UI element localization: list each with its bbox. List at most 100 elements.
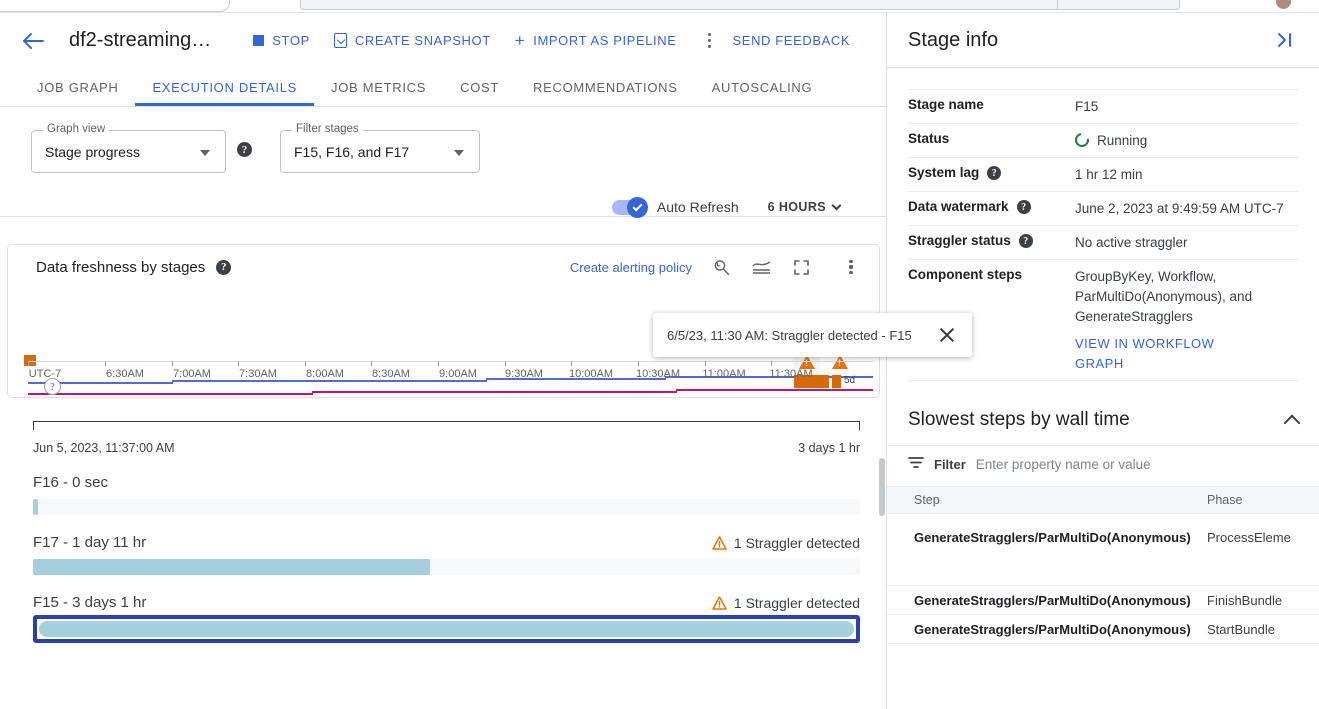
chart-x-axis — [28, 361, 873, 362]
gantt-bar-f16[interactable] — [33, 499, 860, 515]
column-header-phase[interactable]: Phase — [1207, 493, 1319, 507]
chart-kebab-menu-icon[interactable] — [838, 254, 864, 280]
stage-info-row-system-lag: System lag ? 1 hr 12 min — [908, 158, 1298, 192]
tab-job-metrics[interactable]: JOB METRICS — [314, 68, 443, 106]
chart-annotation-bar — [832, 375, 841, 388]
gantt-bar-f15-selected[interactable] — [33, 615, 860, 643]
table-row[interactable]: GenerateStragglers/ParMultiDo(Anonymous)… — [887, 615, 1319, 644]
stop-button-label: STOP — [272, 33, 310, 48]
row-key-text: System lag — [908, 165, 979, 180]
stage-info-row-status: Status Running — [908, 124, 1298, 158]
filter-input[interactable]: Enter property name or value — [976, 457, 1151, 472]
graph-view-help-icon[interactable]: ? — [237, 142, 252, 157]
straggler-badge: 1 Straggler detected — [712, 595, 860, 611]
chevron-up-icon[interactable] — [1284, 414, 1301, 431]
straggler-text: 1 Straggler detected — [734, 595, 860, 611]
gantt-row-header-f16: F16 - 0 sec — [33, 474, 860, 491]
column-header-step[interactable]: Step — [887, 493, 1207, 507]
send-feedback-button[interactable]: SEND FEEDBACK — [733, 33, 851, 48]
chevron-down-icon — [832, 200, 842, 210]
stage-info-row-straggler-status: Straggler status ? No active straggler — [908, 226, 1298, 260]
slowest-steps-header: Slowest steps by wall time — [887, 395, 1319, 445]
tab-cost[interactable]: COST — [443, 68, 516, 106]
straggler-status-help-icon[interactable]: ? — [1019, 234, 1033, 248]
browser-address-bar[interactable] — [300, 0, 1180, 10]
view-in-workflow-graph-link[interactable]: VIEW IN WORKFLOW GRAPH — [1075, 334, 1263, 374]
gantt-row-label: F16 - 0 sec — [33, 474, 108, 491]
data-watermark-help-icon[interactable]: ? — [1017, 200, 1031, 214]
x-tick-label: 11:00AM — [702, 368, 745, 380]
chart-line-f17-seg1 — [28, 393, 313, 395]
system-lag-help-icon[interactable]: ? — [987, 166, 1001, 180]
tab-job-graph[interactable]: JOB GRAPH — [20, 68, 135, 106]
chart-toolbar: Create alerting policy — [570, 254, 864, 280]
avatar[interactable] — [1276, 0, 1291, 9]
cell-phase: StartBundle — [1207, 622, 1319, 637]
x-tick-label: 8:00AM — [306, 368, 344, 380]
auto-refresh-toggle[interactable] — [612, 200, 646, 215]
gantt-bar-f17[interactable] — [33, 559, 860, 575]
filter-stages-select[interactable]: Filter stages F15, F16, and F17 — [280, 130, 480, 173]
create-snapshot-button[interactable]: CREATE SNAPSHOT — [322, 25, 503, 56]
chart-title: Data freshness by stages — [36, 259, 205, 276]
gantt-duration: 3 days 1 hr — [798, 441, 860, 455]
row-value: GroupByKey, Workflow, ParMultiDo(Anonymo… — [1075, 267, 1263, 374]
warning-triangle-icon[interactable] — [799, 355, 815, 369]
chart-line-f17-seg2 — [312, 391, 677, 393]
tab-bar: JOB GRAPH EXECUTION DETAILS JOB METRICS … — [0, 68, 886, 107]
stop-button[interactable]: STOP — [241, 25, 322, 56]
row-key-text: Data watermark — [908, 199, 1009, 214]
browser-chrome-strip — [0, 0, 1319, 12]
chart-annotation-label: 5d — [844, 375, 855, 386]
chevron-down-icon — [200, 150, 210, 156]
chart-style-icon[interactable] — [750, 256, 772, 278]
chart-help-icon[interactable]: ? — [216, 260, 231, 275]
row-value: 1 hr 12 min — [1075, 165, 1143, 185]
page-title: df2-streaming… — [69, 29, 211, 52]
gantt-time-row: Jun 5, 2023, 11:37:00 AM 3 days 1 hr — [33, 430, 860, 455]
import-as-pipeline-button[interactable]: + IMPORT AS PIPELINE — [503, 25, 689, 56]
row-key: System lag ? — [908, 165, 1075, 185]
create-alerting-policy-link[interactable]: Create alerting policy — [570, 260, 692, 275]
fullscreen-icon[interactable] — [790, 256, 812, 278]
straggler-badge: 1 Straggler detected — [712, 535, 860, 551]
gantt-bar-fill — [33, 559, 430, 575]
row-key: Straggler status ? — [908, 233, 1075, 253]
zoom-reset-icon[interactable] — [710, 256, 732, 278]
tab-execution-details[interactable]: EXECUTION DETAILS — [135, 68, 314, 106]
address-bar-divider — [1057, 0, 1058, 10]
header-actions: STOP CREATE SNAPSHOT + IMPORT AS PIPELIN… — [241, 25, 850, 56]
row-key: Data watermark ? — [908, 199, 1075, 219]
row-value: Running — [1075, 131, 1147, 151]
warning-triangle-icon[interactable] — [832, 355, 848, 369]
x-tick-label: 11:30AM — [769, 368, 812, 380]
tab-autoscaling[interactable]: AUTOSCALING — [695, 68, 830, 106]
back-arrow-icon[interactable] — [20, 28, 46, 54]
gantt-row-header-f17: F17 - 1 day 11 hr 1 Straggler detected — [33, 534, 860, 551]
gantt-ruler — [33, 421, 860, 430]
time-range-button[interactable]: 6 HOURS — [768, 200, 840, 214]
stage-info-row-stage-name: Stage name F15 — [908, 89, 1298, 124]
row-key: Status — [908, 131, 1075, 151]
x-tick-label: 7:30AM — [239, 368, 277, 380]
table-row[interactable]: GenerateStragglers/ParMultiDo(Anonymous)… — [887, 586, 1319, 615]
graph-view-select[interactable]: Graph view Stage progress — [31, 130, 226, 173]
straggler-text: 1 Straggler detected — [734, 535, 860, 551]
gantt-bar-fill — [33, 499, 38, 515]
row-value: F15 — [1075, 97, 1098, 117]
table-row[interactable]: GenerateStragglers/ParMultiDo(Anonymous)… — [887, 514, 1319, 586]
close-icon[interactable] — [936, 324, 958, 346]
gantt-row-label: F17 - 1 day 11 hr — [33, 534, 146, 551]
tab-recommendations[interactable]: RECOMMENDATIONS — [516, 68, 695, 106]
main-scrollbar[interactable] — [879, 458, 885, 516]
filter-bar[interactable]: Filter Enter property name or value — [887, 445, 1319, 483]
main-content-pane: df2-streaming… STOP CREATE SNAPSHOT + IM… — [0, 13, 886, 709]
cell-phase: FinishBundle — [1207, 593, 1319, 608]
x-tick-label: 8:30AM — [372, 368, 410, 380]
collapse-panel-icon[interactable] — [1272, 27, 1298, 53]
browser-tab[interactable] — [0, 0, 230, 12]
slowest-steps-title: Slowest steps by wall time — [908, 409, 1130, 431]
warning-triangle-icon — [712, 596, 727, 610]
chart-annotation-help-icon[interactable]: ? — [44, 378, 61, 395]
kebab-menu-icon[interactable] — [697, 28, 723, 54]
